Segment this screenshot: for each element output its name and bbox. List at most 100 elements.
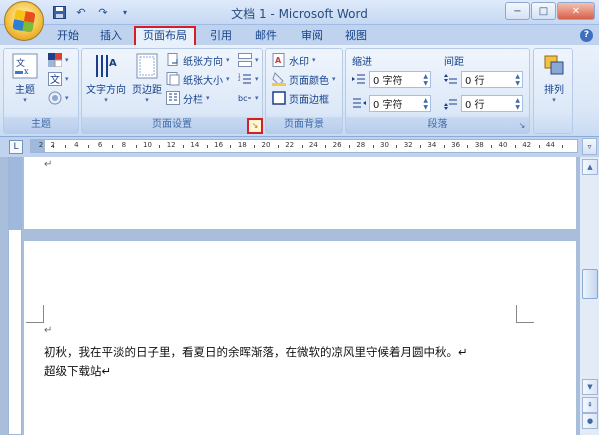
breaks-button[interactable]: ▾ xyxy=(238,52,259,68)
page-borders-icon xyxy=(272,91,286,105)
indent-left-value: 0 字符 xyxy=(373,76,403,87)
theme-colors-button[interactable]: ▾ xyxy=(48,52,69,68)
page-current[interactable]: ↵ 初秋，我在平淡的日子里，看夏日的余晖渐落，在微软的凉风里守候着月圆中秋。↵ … xyxy=(24,241,576,435)
document-line-2[interactable]: 超级下载站↵ xyxy=(44,363,111,379)
paragraph-mark: ↵ xyxy=(44,159,53,170)
themes-icon: 文x xyxy=(12,53,38,79)
watermark-label: 水印 xyxy=(289,56,309,68)
ruler-tick-label: 34 xyxy=(427,141,437,149)
spacing-after-field[interactable]: 0 行 ▲ ▼ xyxy=(444,95,523,112)
select-browse-object-button[interactable]: ● xyxy=(582,413,598,429)
paragraph-dialog-launcher-icon[interactable]: ↘ xyxy=(517,121,527,131)
window-controls: − □ ✕ xyxy=(505,2,595,20)
tab-home[interactable]: 开始 xyxy=(52,28,84,45)
ruler-tick-label: 4 xyxy=(74,141,79,149)
top-margin-area xyxy=(9,158,21,230)
ruler-minor-tick xyxy=(64,145,66,148)
size-button[interactable]: 纸张大小 ▾ xyxy=(166,71,230,87)
theme-fonts-icon: 文 xyxy=(48,72,62,86)
ruler-minor-tick xyxy=(420,145,422,148)
ruler-tick-label: 22 xyxy=(285,141,295,149)
watermark-icon: A xyxy=(272,53,285,67)
line-numbers-button[interactable]: 1 2 ▾ xyxy=(238,71,259,87)
title-bar: ↶ ↷ ▾ 文档 1 - Microsoft Word − □ ✕ xyxy=(0,0,599,41)
horizontal-ruler[interactable]: 2 2 4 6 8 10 12 14 16 18 20 22 24 26 28 30 32 34 36 38 40 42 4… xyxy=(30,139,578,153)
ruler-minor-tick xyxy=(443,145,445,148)
ruler-minor-tick xyxy=(135,145,137,148)
crop-mark-right xyxy=(516,305,534,323)
page-gap xyxy=(24,229,576,241)
ruler-minor-tick xyxy=(396,145,398,148)
tab-page-layout[interactable]: 页面布局 xyxy=(134,26,196,46)
theme-fonts-button[interactable]: 文 ▾ xyxy=(48,71,69,87)
ruler-minor-tick xyxy=(562,145,564,148)
hyphenation-button[interactable]: bc ▾ xyxy=(238,90,259,106)
scroll-down-button[interactable]: ▼ xyxy=(582,379,598,395)
breaks-icon xyxy=(238,53,252,67)
ruler-tick-label: 2 xyxy=(50,141,55,149)
ruler-minor-tick xyxy=(230,145,232,148)
spacing-before-field[interactable]: 0 行 ▲ ▼ xyxy=(444,71,523,88)
ruler-tick-label: 30 xyxy=(380,141,389,149)
help-icon[interactable]: ? xyxy=(580,29,593,42)
minimize-button[interactable]: − xyxy=(505,2,530,20)
ruler-minor-tick xyxy=(491,145,493,148)
group-label-page-background: 页面背景 xyxy=(266,117,342,133)
arrange-label: 排列 xyxy=(544,85,564,96)
page-setup-dialog-launcher-icon[interactable]: ↘ xyxy=(247,118,263,134)
orientation-label: 纸张方向 xyxy=(183,56,223,68)
indent-left-field[interactable]: 0 字符 ▲ ▼ xyxy=(352,71,431,88)
columns-icon xyxy=(166,91,180,105)
tab-selector[interactable]: L xyxy=(9,140,23,154)
theme-effects-button[interactable]: ▾ xyxy=(48,90,69,106)
document-line-1[interactable]: 初秋，我在平淡的日子里，看夏日的余晖渐落，在微软的凉风里守候着月圆中秋。↵ xyxy=(44,344,468,360)
tab-insert[interactable]: 插入 xyxy=(95,28,127,45)
document-area: ↵ ↵ 初秋，我在平淡的日子里，看夏日的余晖渐落，在微软的凉风里守候着月圆中秋。… xyxy=(0,157,579,435)
tab-review[interactable]: 审阅 xyxy=(296,28,328,45)
group-label-paragraph: 段落 xyxy=(346,117,529,133)
ruler-minor-tick xyxy=(301,145,303,148)
ruler-tick-label: 16 xyxy=(214,141,224,149)
page-borders-label: 页面边框 xyxy=(289,94,329,106)
group-label-themes: 主题 xyxy=(4,117,78,133)
maximize-button[interactable]: □ xyxy=(531,2,556,20)
close-button[interactable]: ✕ xyxy=(557,2,595,20)
ruler-tick-label: 18 xyxy=(237,141,247,149)
spacing-before-value: 0 行 xyxy=(465,76,485,87)
page-previous[interactable]: ↵ xyxy=(24,157,576,229)
arrange-icon xyxy=(541,53,567,79)
size-label: 纸张大小 xyxy=(183,75,223,87)
ruler-minor-tick xyxy=(111,145,113,148)
ruler-tick-label: 2 xyxy=(38,141,44,149)
tab-references[interactable]: 引用 xyxy=(205,28,237,45)
group-paragraph: 缩进 间距 0 字符 ▲ ▼ 0 字符 ▲ ▼ 0 行 ▲ ▼ 0 行 ▲ ▼ 段落 ↘ xyxy=(345,48,530,134)
svg-text:bc: bc xyxy=(238,94,247,103)
watermark-button[interactable]: A 水印 ▾ xyxy=(272,52,316,68)
spinner-arrows-icon[interactable]: ▲ ▼ xyxy=(423,73,430,87)
margins-button[interactable]: 页边距 ▾ xyxy=(130,53,164,104)
page-color-button[interactable]: 页面颜色 ▾ xyxy=(272,71,336,87)
ruler-tick-label: 20 xyxy=(261,141,271,149)
columns-button[interactable]: 分栏 ▾ xyxy=(166,90,210,106)
spinner-arrows-icon[interactable]: ▲ ▼ xyxy=(515,97,522,111)
page-borders-button[interactable]: 页面边框 xyxy=(272,90,329,106)
ruler-minor-tick xyxy=(538,145,540,148)
previous-page-button[interactable]: ⇞ xyxy=(582,397,598,413)
scroll-up-button[interactable]: ▲ xyxy=(582,159,598,175)
orientation-button[interactable]: 纸张方向 ▾ xyxy=(166,52,230,68)
text-direction-button[interactable]: A 文字方向 ▾ xyxy=(84,53,128,104)
vertical-scrollbar[interactable]: ▲ ▼ ⇞ ● xyxy=(579,157,599,435)
office-button[interactable] xyxy=(4,1,44,41)
spacing-after-icon xyxy=(444,99,457,110)
themes-button[interactable]: 文x 主题 ▾ xyxy=(10,53,40,104)
arrange-button[interactable]: 排列 ▾ xyxy=(538,53,570,104)
spinner-arrows-icon[interactable]: ▲ ▼ xyxy=(423,97,430,111)
tab-view[interactable]: 视图 xyxy=(340,28,372,45)
scroll-thumb[interactable] xyxy=(582,269,598,299)
vertical-ruler[interactable] xyxy=(8,157,22,435)
spinner-arrows-icon[interactable]: ▲ ▼ xyxy=(515,73,522,87)
view-ruler-button[interactable]: ▿ xyxy=(582,138,597,155)
columns-label: 分栏 xyxy=(183,94,203,106)
indent-right-field[interactable]: 0 字符 ▲ ▼ xyxy=(352,95,431,112)
tab-mailings[interactable]: 邮件 xyxy=(250,28,282,45)
